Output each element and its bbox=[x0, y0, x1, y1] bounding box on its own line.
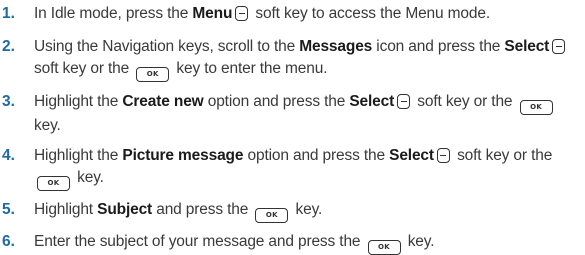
key-name: Select bbox=[349, 93, 395, 110]
key-name: Select bbox=[504, 38, 550, 55]
softkey-icon bbox=[436, 148, 450, 163]
step-number: 2. bbox=[2, 38, 15, 55]
step-3: 3. Highlight the Create new option and p… bbox=[0, 91, 585, 137]
ok-key-icon: OK bbox=[255, 208, 289, 223]
key-name: Picture message bbox=[122, 147, 244, 164]
step-1: 1. In Idle mode, press the Menu soft key… bbox=[0, 3, 585, 25]
ok-key-icon: OK bbox=[136, 67, 170, 82]
softkey-icon bbox=[552, 39, 566, 54]
step-text: In Idle mode, press the Menu soft key to… bbox=[34, 3, 579, 25]
step-text-run: icon and press the bbox=[372, 38, 505, 55]
step-text-run: In Idle mode, press the bbox=[34, 5, 193, 22]
key-name: Create new bbox=[122, 93, 204, 110]
softkey-icon bbox=[397, 94, 411, 109]
ok-key-icon: OK bbox=[519, 100, 553, 115]
step-text-run: Highlight the bbox=[34, 93, 123, 110]
ok-key-icon: OK bbox=[37, 176, 70, 191]
step-text: Using the Navigation keys, scroll to the… bbox=[34, 36, 579, 82]
step-6: 6. Enter the subject of your message and… bbox=[0, 231, 585, 255]
step-text: Highlight Subject and press the OK key. bbox=[34, 199, 579, 223]
softkey-icon bbox=[235, 6, 249, 21]
step-5: 5. Highlight Subject and press the OK ke… bbox=[0, 199, 585, 223]
key-name: Menu bbox=[192, 5, 233, 22]
step-text-run: and press the bbox=[152, 201, 253, 218]
key-name: Subject bbox=[97, 201, 153, 218]
step-text-run: soft key or the bbox=[452, 147, 553, 164]
step-text-run: option and press the bbox=[243, 147, 390, 164]
step-text-run: Highlight bbox=[34, 201, 98, 218]
step-text-run: Enter the subject of your message and pr… bbox=[34, 233, 365, 250]
step-text: Highlight the Picture message option and… bbox=[34, 145, 579, 191]
step-text-run: option and press the bbox=[203, 93, 350, 110]
step-text-run: key. bbox=[291, 201, 323, 218]
step-number: 4. bbox=[2, 147, 15, 164]
step-text: Enter the subject of your message and pr… bbox=[34, 231, 579, 255]
key-name: Select bbox=[389, 147, 434, 164]
step-text: Highlight the Create new option and pres… bbox=[34, 91, 579, 137]
step-number: 6. bbox=[2, 233, 15, 250]
key-name: Messages bbox=[299, 38, 373, 55]
step-2: 2. Using the Navigation keys, scroll to … bbox=[0, 36, 585, 82]
step-number: 5. bbox=[2, 201, 15, 218]
step-text-run: soft key or the bbox=[34, 60, 134, 77]
step-text-run: soft key to access the Menu mode. bbox=[251, 5, 490, 22]
step-number: 3. bbox=[2, 93, 15, 110]
instruction-steps: 1. In Idle mode, press the Menu soft key… bbox=[0, 0, 585, 255]
ok-key-icon: OK bbox=[367, 240, 401, 255]
step-text-run: key. bbox=[73, 169, 104, 186]
step-4: 4. Highlight the Picture message option … bbox=[0, 145, 585, 191]
step-text-run: key. bbox=[34, 117, 61, 134]
step-text-run: Highlight the bbox=[34, 147, 123, 164]
step-text-run: key to enter the menu. bbox=[172, 60, 328, 77]
step-text-run: soft key or the bbox=[413, 93, 517, 110]
step-text-run: key. bbox=[403, 233, 435, 250]
step-text-run: Using the Navigation keys, scroll to the bbox=[34, 38, 300, 55]
step-number: 1. bbox=[2, 5, 15, 22]
